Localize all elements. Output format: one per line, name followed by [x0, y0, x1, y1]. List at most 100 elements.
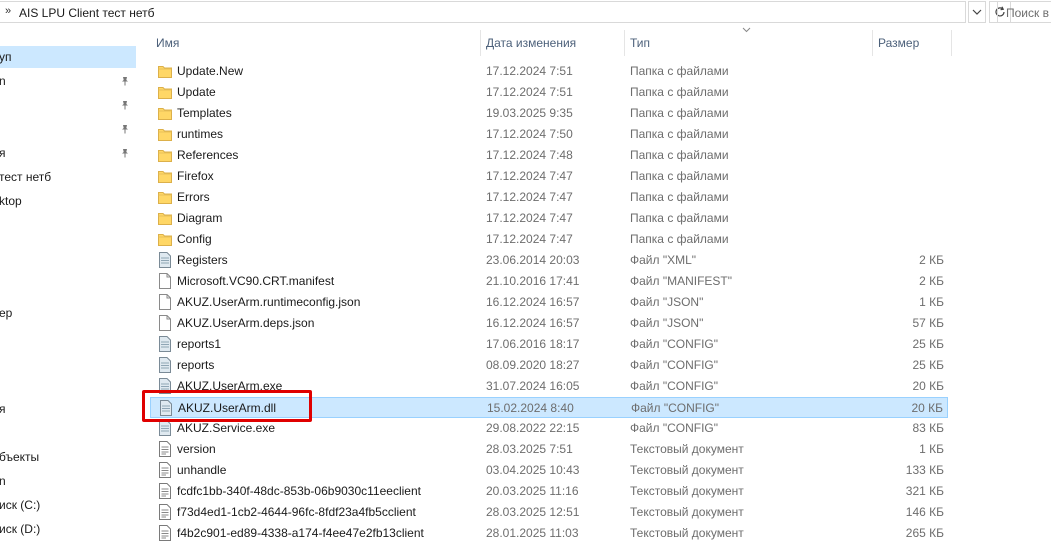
- folder-icon: [158, 147, 172, 163]
- file-date: 17.12.2024 7:50: [486, 127, 573, 141]
- nav-item[interactable]: n: [0, 70, 136, 92]
- file-size: 20 КБ: [911, 401, 943, 415]
- file-row[interactable]: Firefox 17.12.2024 7:47 Папка с файлами: [150, 166, 948, 187]
- column-divider[interactable]: [872, 30, 873, 56]
- file-type: Папка с файлами: [630, 232, 729, 246]
- folder-icon: [158, 231, 172, 247]
- column-divider[interactable]: [624, 30, 625, 56]
- folder-icon: [158, 189, 172, 205]
- folder-icon: [158, 105, 172, 121]
- file-row[interactable]: Registers 23.06.2014 20:03 Файл "XML" 2 КБ: [150, 250, 948, 271]
- file-type: Текстовый документ: [630, 505, 744, 519]
- file-type: Папка с файлами: [630, 127, 729, 141]
- annotation-highlight-box: [142, 390, 312, 422]
- folder-icon: [158, 210, 172, 226]
- file-size: 133 КБ: [905, 463, 944, 477]
- column-header-name[interactable]: Имя: [156, 30, 179, 56]
- file-name: fcdfc1bb-340f-48dc-853b-06b9030c11eeclie…: [177, 484, 421, 498]
- nav-item[interactable]: ktop: [0, 190, 136, 212]
- file-size: 2 КБ: [919, 253, 944, 267]
- nav-item[interactable]: уп: [0, 46, 136, 68]
- file-type: Папка с файлами: [630, 64, 729, 78]
- file-type: Файл "CONFIG": [631, 401, 720, 415]
- file-row[interactable]: Microsoft.VC90.CRT.manifest 21.10.2016 17…: [150, 271, 948, 292]
- pin-icon[interactable]: [118, 70, 132, 92]
- file-name: Microsoft.VC90.CRT.manifest: [177, 274, 335, 288]
- text-file-icon: [158, 504, 172, 520]
- file-type: Файл "MANIFEST": [630, 274, 733, 288]
- file-type: Файл "CONFIG": [630, 421, 719, 435]
- file-date: 19.03.2025 9:35: [486, 106, 573, 120]
- file-type: Папка с файлами: [630, 211, 729, 225]
- file-name: Diagram: [177, 211, 223, 225]
- file-row[interactable]: References 17.12.2024 7:48 Папка с файлами: [150, 145, 948, 166]
- file-row[interactable]: Update 17.12.2024 7:51 Папка с файлами: [150, 82, 948, 103]
- breadcrumb-current-folder[interactable]: AIS LPU Client тест нетб: [19, 6, 155, 20]
- address-field[interactable]: » AIS LPU Client тест нетб: [0, 1, 966, 23]
- file-row[interactable]: Errors 17.12.2024 7:47 Папка с файлами: [150, 187, 948, 208]
- file-row[interactable]: AKUZ.UserArm.deps.json 16.12.2024 16:57 Фа…: [150, 313, 948, 334]
- file-row[interactable]: version 28.03.2025 7:51 Текстовый документ…: [150, 439, 948, 460]
- file-size: 2 КБ: [919, 274, 944, 288]
- nav-item[interactable]: иск (D:): [0, 518, 136, 540]
- file-name: reports1: [177, 337, 222, 351]
- file-type: Файл "CONFIG": [630, 337, 719, 351]
- address-history-dropdown[interactable]: [968, 1, 986, 23]
- file-row[interactable]: f4b2c901-ed89-4338-a174-f4ee47e2fb13clie…: [150, 523, 948, 544]
- file-date: 29.08.2022 22:15: [486, 421, 580, 435]
- nav-item-label: я: [0, 146, 6, 160]
- file-name: f73d4ed1-1cb2-4644-96fc-8fdf23a4fb5cclie…: [177, 505, 416, 519]
- file-date: 17.12.2024 7:47: [486, 232, 573, 246]
- file-row[interactable]: Update.New 17.12.2024 7:51 Папка с файлами: [150, 61, 948, 82]
- file-row[interactable]: runtimes 17.12.2024 7:50 Папка с файлами: [150, 124, 948, 145]
- pin-icon[interactable]: [118, 142, 132, 164]
- nav-item[interactable]: я: [0, 398, 136, 420]
- navigation-pane: уп n я тест нетб ktop ер я бъекты n иск (C:) иск (…: [0, 26, 136, 538]
- column-divider[interactable]: [951, 30, 952, 56]
- file-row[interactable]: unhandle 03.04.2025 10:43 Текстовый докуме…: [150, 460, 948, 481]
- nav-item[interactable]: тест нетб: [0, 166, 136, 188]
- file-row[interactable]: fcdfc1bb-340f-48dc-853b-06b9030c11eeclie…: [150, 481, 948, 502]
- nav-item[interactable]: [0, 94, 136, 116]
- file-name: Registers: [177, 253, 228, 267]
- column-header-type[interactable]: Тип: [630, 30, 650, 56]
- nav-item[interactable]: n: [0, 470, 136, 492]
- column-header-date[interactable]: Дата изменения: [486, 30, 576, 56]
- file-size: 83 КБ: [912, 421, 944, 435]
- file-type: Папка с файлами: [630, 169, 729, 183]
- nav-item[interactable]: иск (C:): [0, 494, 136, 516]
- file-type: Файл "CONFIG": [630, 358, 719, 372]
- config-file-icon: [158, 252, 172, 268]
- address-bar: » AIS LPU Client тест нетб Поиск в: [0, 0, 1051, 26]
- nav-item[interactable]: бъекты: [0, 446, 136, 468]
- file-type: Папка с файлами: [630, 106, 729, 120]
- nav-item[interactable]: ер: [0, 302, 136, 324]
- column-header-size[interactable]: Размер: [878, 30, 919, 56]
- file-date: 16.12.2024 16:57: [486, 316, 580, 330]
- file-size: 25 КБ: [912, 337, 944, 351]
- file-row[interactable]: reports 08.09.2020 18:27 Файл "CONFIG" 25 К…: [150, 355, 948, 376]
- file-name: AKUZ.UserArm.runtimeconfig.json: [177, 295, 361, 309]
- file-date: 17.06.2016 18:17: [486, 337, 580, 351]
- file-date: 21.10.2016 17:41: [486, 274, 580, 288]
- nav-item[interactable]: [0, 118, 136, 140]
- nav-item-label: n: [0, 474, 6, 488]
- file-date: 20.03.2025 11:16: [486, 484, 579, 498]
- file-row[interactable]: Config 17.12.2024 7:47 Папка с файлами: [150, 229, 948, 250]
- file-name: Update: [177, 85, 216, 99]
- file-size: 1 КБ: [919, 442, 944, 456]
- file-row[interactable]: f73d4ed1-1cb2-4644-96fc-8fdf23a4fb5cclie…: [150, 502, 948, 523]
- column-divider[interactable]: [480, 30, 481, 56]
- pin-icon[interactable]: [118, 118, 132, 140]
- file-row[interactable]: Diagram 17.12.2024 7:47 Папка с файлами: [150, 208, 948, 229]
- pin-icon[interactable]: [118, 94, 132, 116]
- search-input[interactable]: Поиск в: [997, 1, 1051, 23]
- file-date: 08.09.2020 18:27: [486, 358, 580, 372]
- file-row[interactable]: AKUZ.UserArm.runtimeconfig.json 16.12.202…: [150, 292, 948, 313]
- file-row[interactable]: Templates 19.03.2025 9:35 Папка с файлами: [150, 103, 948, 124]
- breadcrumb-overflow-icon[interactable]: »: [5, 5, 11, 17]
- file-type: Текстовый документ: [630, 442, 744, 456]
- nav-item[interactable]: я: [0, 142, 136, 164]
- file-row[interactable]: reports1 17.06.2016 18:17 Файл "CONFIG" 25 …: [150, 334, 948, 355]
- config-file-icon: [158, 336, 172, 352]
